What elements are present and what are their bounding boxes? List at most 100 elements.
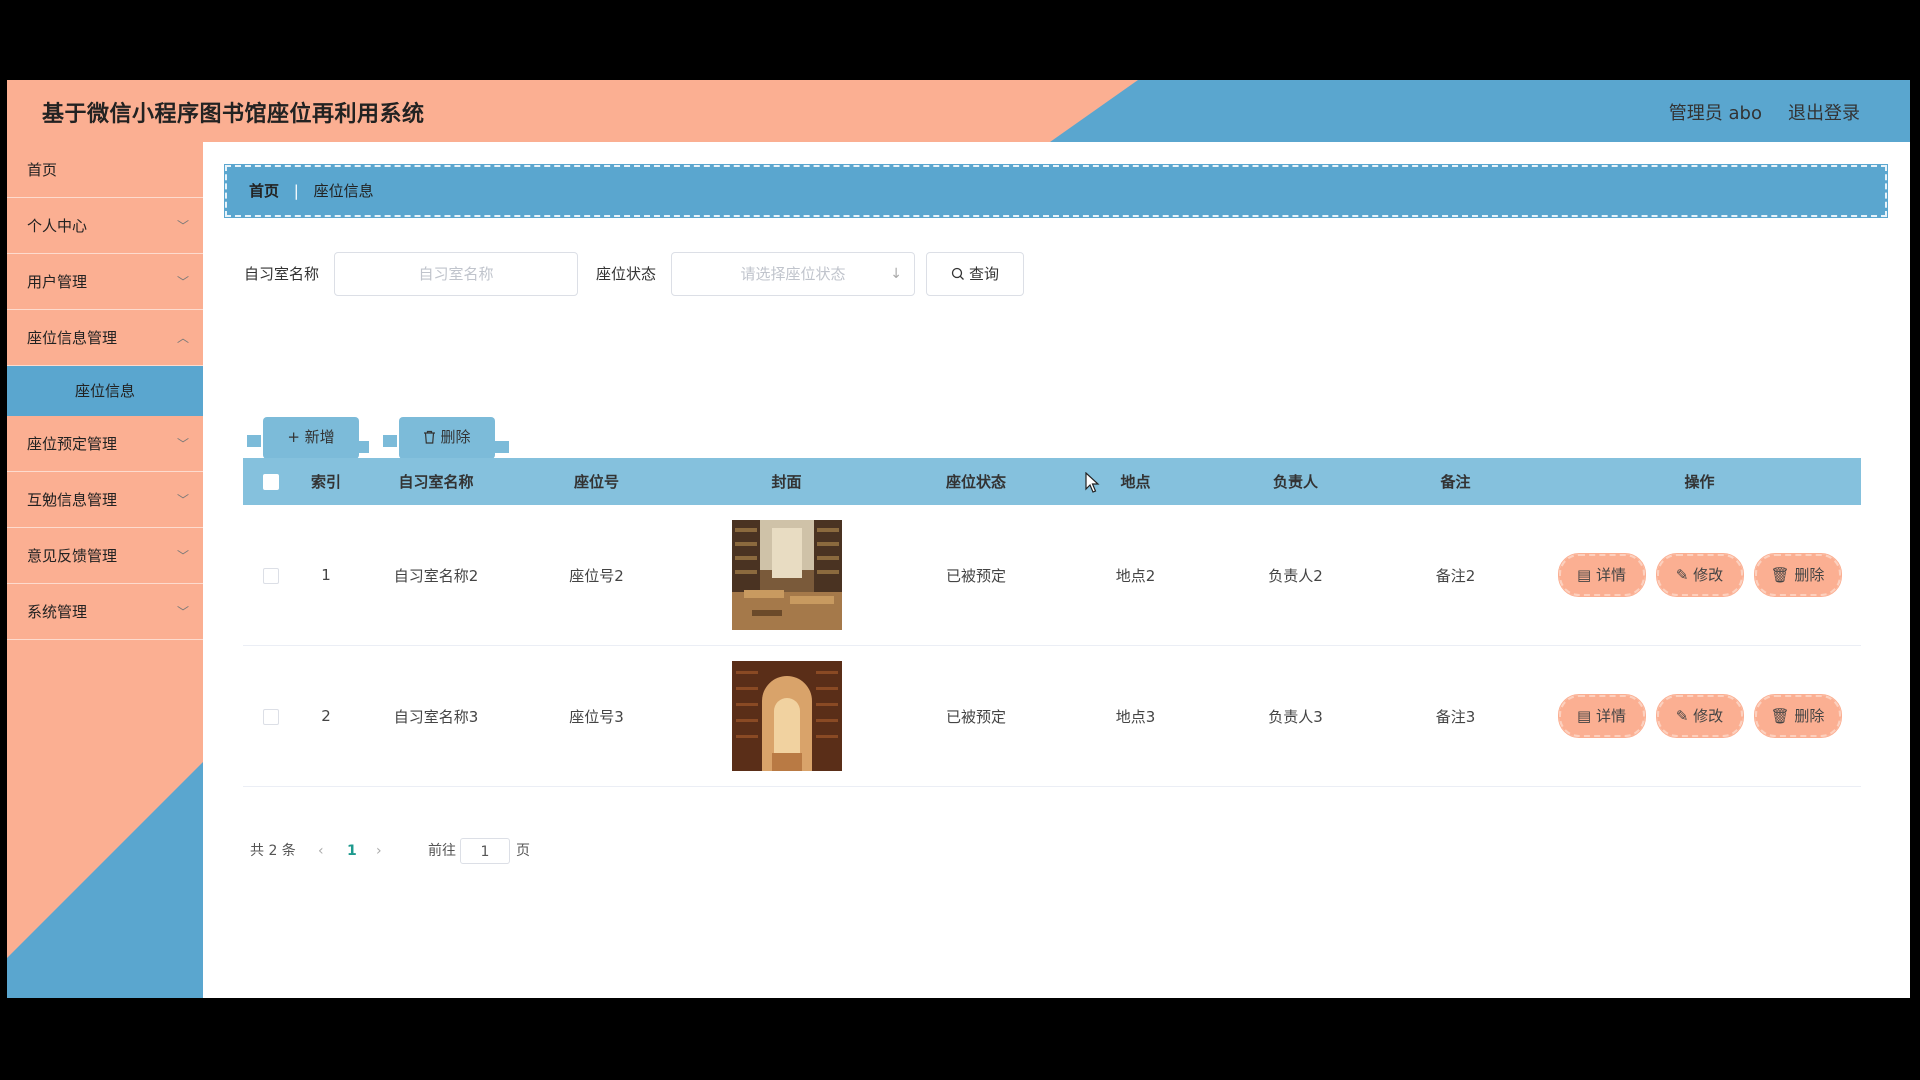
prev-page-icon[interactable]: ‹	[318, 838, 324, 864]
edit-label: 修改	[1693, 707, 1724, 725]
button-flap	[247, 435, 261, 447]
batch-delete-label: 删除	[440, 428, 471, 446]
delete-button[interactable]: 🗑 删除	[1753, 694, 1842, 738]
document-icon: ▤	[1577, 707, 1596, 725]
button-flap	[383, 435, 397, 447]
cell-room: 自习室名称2	[393, 566, 479, 585]
sidebar-item-system-management[interactable]: 系统管理 ﹀	[7, 584, 203, 640]
select-all-checkbox[interactable]	[263, 474, 279, 490]
col-header-room: 自习室名称	[398, 473, 474, 491]
sidebar: 首页 个人中心 ﹀ 用户管理 ﹀ 座位信息管理 ︿ 座位信息 座位预定管理 ﹀ …	[7, 142, 203, 998]
detail-label: 详情	[1595, 707, 1626, 725]
row-select-cell	[243, 566, 299, 584]
cover-image-arch-bookshelves[interactable]	[731, 661, 842, 771]
chevron-down-icon: ﹀	[176, 437, 189, 451]
page-suffix: 页	[516, 843, 530, 859]
detail-label: 详情	[1595, 566, 1626, 584]
detail-button[interactable]: ▤ 详情	[1557, 694, 1646, 738]
sidebar-item-home[interactable]: 首页	[7, 142, 203, 198]
sidebar-item-seat-booking-management[interactable]: 座位预定管理 ﹀	[7, 416, 203, 472]
sidebar-item-seat-info-management[interactable]: 座位信息管理 ︿	[7, 310, 203, 366]
cell-seat: 座位号2	[569, 566, 624, 585]
sidebar-item-feedback-management[interactable]: 意见反馈管理 ﹀	[7, 528, 203, 584]
add-button[interactable]: + 新增	[247, 417, 369, 459]
table-row: 2 自习室名称3 座位号3 已被预定 地点3 负责人3 备注3 ▤ 详情 ✎ 修…	[243, 646, 1861, 787]
sidebar-item-label: 座位信息管理	[27, 329, 118, 347]
query-button[interactable]: 查询	[926, 252, 1024, 296]
cover-image-reading-room[interactable]	[731, 520, 842, 630]
detail-button[interactable]: ▤ 详情	[1557, 553, 1646, 597]
pencil-icon: ✎	[1675, 707, 1694, 725]
col-header-note: 备注	[1440, 473, 1471, 491]
button-flap	[355, 441, 369, 453]
col-header-seat: 座位号	[573, 473, 619, 491]
next-page-icon[interactable]: ›	[376, 838, 382, 864]
col-header-location: 地点	[1120, 473, 1151, 491]
cell-cover	[674, 661, 899, 771]
delete-label: 删除	[1794, 566, 1825, 584]
cell-seat: 座位号3	[569, 707, 624, 726]
select-all-cell	[243, 473, 299, 491]
trash-icon: 🗑	[1770, 707, 1795, 725]
edit-label: 修改	[1693, 566, 1724, 584]
cell-note: 备注2	[1435, 566, 1476, 585]
chevron-up-icon: ︿	[176, 331, 189, 345]
delete-label: 删除	[1794, 707, 1825, 725]
row-actions: ▤ 详情 ✎ 修改 🗑 删除	[1538, 694, 1861, 738]
breadcrumb-current: 座位信息	[313, 182, 374, 200]
seat-status-placeholder: 请选择座位状态	[740, 265, 846, 283]
cell-index: 2	[321, 707, 331, 725]
sidebar-item-user-management[interactable]: 用户管理 ﹀	[7, 254, 203, 310]
mouse-cursor-icon	[1085, 472, 1100, 493]
sidebar-item-personal-center[interactable]: 个人中心 ﹀	[7, 198, 203, 254]
col-header-index: 索引	[310, 473, 341, 491]
sidebar-item-encouragement-management[interactable]: 互勉信息管理 ﹀	[7, 472, 203, 528]
cell-cover	[674, 520, 899, 630]
cell-status: 已被预定	[945, 566, 1006, 585]
chevron-down-icon: ﹀	[176, 549, 189, 563]
table-row: 1 自习室名称2 座位号2 已被预定 地点2 负责人2 备注2 ▤ 详情 ✎ 修…	[243, 505, 1861, 646]
sidebar-subitem-seat-info[interactable]: 座位信息	[7, 366, 203, 416]
row-actions: ▤ 详情 ✎ 修改 🗑 删除	[1538, 553, 1861, 597]
row-select-cell	[243, 707, 299, 725]
cell-location: 地点2	[1115, 566, 1156, 585]
document-icon: ▤	[1577, 566, 1596, 584]
breadcrumb: 首页 | 座位信息	[224, 164, 1888, 218]
seat-status-select[interactable]: 请选择座位状态 ↓	[671, 252, 915, 296]
col-header-cover: 封面	[771, 473, 802, 491]
app-window: 基于微信小程序图书馆座位再利用系统 管理员 abo 退出登录 首页 个人中心 ﹀…	[7, 80, 1910, 998]
edit-button[interactable]: ✎ 修改	[1655, 553, 1744, 597]
chevron-down-icon: ﹀	[176, 493, 189, 507]
cell-location: 地点3	[1115, 707, 1156, 726]
room-name-input[interactable]: 自习室名称	[334, 252, 578, 296]
chevron-down-icon: ﹀	[176, 605, 189, 619]
delete-button[interactable]: 🗑 删除	[1753, 553, 1842, 597]
chevron-down-icon: ﹀	[176, 275, 189, 289]
batch-delete-button[interactable]: 删除	[383, 417, 509, 459]
breadcrumb-home[interactable]: 首页	[249, 182, 279, 200]
page-number[interactable]: 1	[347, 838, 357, 864]
sidebar-item-label: 个人中心	[27, 217, 88, 235]
cell-status: 已被预定	[945, 707, 1006, 726]
cell-owner: 负责人2	[1268, 566, 1323, 585]
room-name-placeholder: 自习室名称	[418, 265, 494, 283]
seat-status-label: 座位状态	[596, 265, 657, 283]
col-header-actions: 操作	[1684, 473, 1715, 491]
room-name-label: 自习室名称	[244, 265, 320, 283]
breadcrumb-separator: |	[293, 182, 299, 200]
row-checkbox[interactable]	[263, 567, 279, 584]
sidebar-item-label: 用户管理	[27, 273, 88, 291]
seat-table: 索引 自习室名称 座位号 封面 座位状态 地点 负责人 备注 操作 1 自习室名…	[243, 458, 1861, 787]
cell-owner: 负责人3	[1268, 707, 1323, 726]
app-title: 基于微信小程序图书馆座位再利用系统	[42, 102, 425, 127]
logout-link[interactable]: 退出登录	[1788, 99, 1860, 125]
main-content: 首页 | 座位信息 自习室名称 自习室名称 座位状态 请选择座位状态 ↓ 查询 …	[203, 142, 1910, 998]
goto-page-input[interactable]: 1	[460, 838, 510, 864]
pagination-total: 共 2 条	[250, 843, 296, 859]
current-user: 管理员 abo	[1668, 103, 1762, 124]
sidebar-item-label: 互勉信息管理	[27, 491, 118, 509]
edit-button[interactable]: ✎ 修改	[1655, 694, 1744, 738]
cell-note: 备注3	[1435, 707, 1476, 726]
row-checkbox[interactable]	[263, 708, 279, 725]
goto-label: 前往	[428, 843, 456, 859]
